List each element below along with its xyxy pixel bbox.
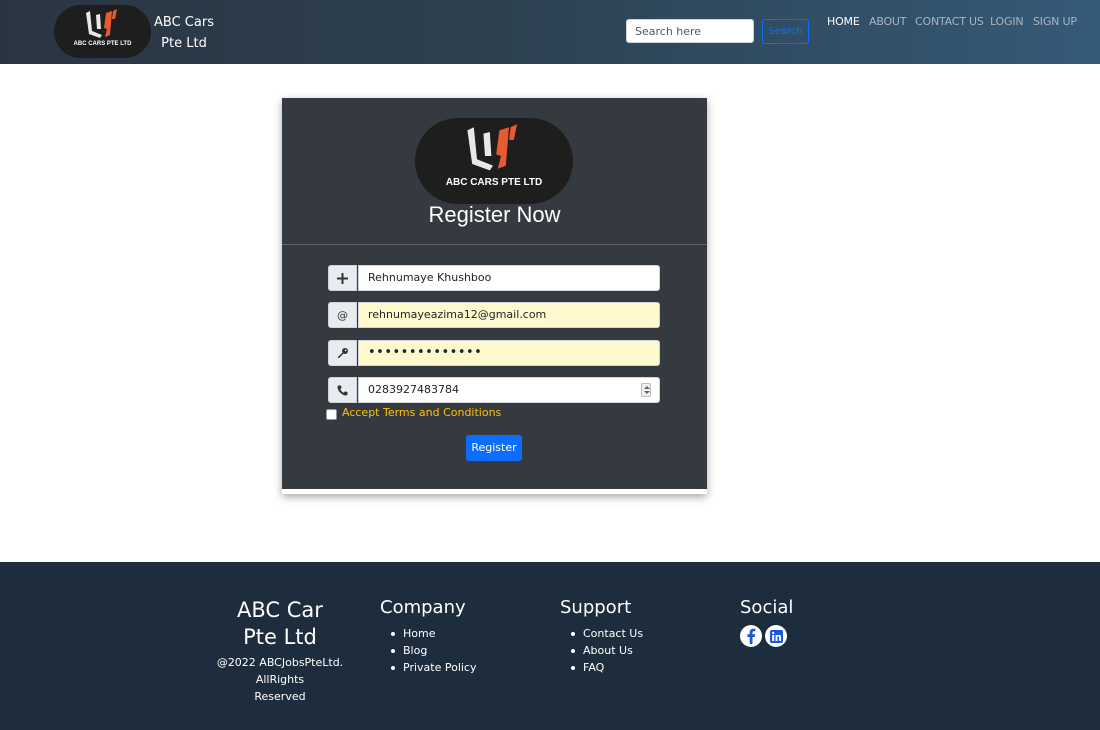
- footer-support-title: Support: [560, 597, 632, 618]
- copyright-line-1: @2022 ABCJobsPteLtd. AllRights: [216, 656, 344, 686]
- register-button[interactable]: Register: [466, 435, 522, 461]
- page-title: Register Now: [428, 202, 561, 227]
- brand-name[interactable]: ABC Cars Pte Ltd: [151, 12, 217, 54]
- footer-brand: ABC Car Pte Ltd: [230, 597, 330, 651]
- phone-icon: [328, 377, 357, 403]
- card-body: Rehnumaye Khushboo @ rehnumayeazima12@gm…: [282, 245, 707, 489]
- brand-line-1: ABC Cars: [154, 15, 214, 30]
- name-field: Rehnumaye Khushboo: [328, 265, 660, 291]
- footer: ABC Car Pte Ltd @2022 ABCJobsPteLtd. All…: [0, 562, 1100, 730]
- search-input[interactable]: [626, 19, 754, 43]
- search-button[interactable]: Search: [762, 19, 809, 44]
- facebook-icon[interactable]: [740, 625, 762, 647]
- password-input[interactable]: ••••••••••••••: [358, 340, 660, 366]
- copyright-line-2: Reserved: [254, 690, 306, 703]
- at-icon: @: [328, 302, 357, 328]
- footer-company-list: Home Blog Private Policy: [391, 625, 477, 676]
- nav-link-login[interactable]: LOGIN: [990, 15, 1024, 28]
- footer-link-faq[interactable]: FAQ: [571, 659, 643, 676]
- footer-link-home[interactable]: Home: [391, 625, 477, 642]
- footer-company-title: Company: [380, 597, 466, 618]
- email-field: @ rehnumayeazima12@gmail.com: [328, 302, 660, 328]
- footer-brand-line-2: Pte Ltd: [243, 625, 317, 649]
- linkedin-icon[interactable]: [765, 625, 787, 647]
- plus-icon: [328, 265, 357, 291]
- phone-value: 0283927483784: [368, 383, 459, 396]
- phone-field: 0283927483784: [328, 377, 660, 403]
- footer-link-private-policy[interactable]: Private Policy: [391, 659, 477, 676]
- brand-line-2: Pte Ltd: [161, 36, 207, 51]
- footer-support-list: Contact Us About Us FAQ: [571, 625, 643, 676]
- nav-link-about[interactable]: ABOUT: [869, 15, 907, 28]
- brand-logo[interactable]: ABC CARS PTE LTD: [54, 5, 151, 58]
- number-spinner[interactable]: [641, 383, 651, 397]
- terms-label[interactable]: Accept Terms and Conditions: [342, 406, 501, 419]
- nav-link-signup[interactable]: SIGN UP: [1033, 15, 1077, 28]
- footer-link-contact-us[interactable]: Contact Us: [571, 625, 643, 642]
- key-icon: [328, 340, 357, 366]
- card-logo-caption: ABC CARS PTE LTD: [445, 177, 543, 188]
- nav-link-home[interactable]: HOME: [827, 15, 860, 28]
- footer-social-title: Social: [740, 597, 794, 618]
- logo-mark-icon: [86, 9, 117, 38]
- nav-link-contact[interactable]: CONTACT US: [915, 15, 984, 28]
- footer-link-about-us[interactable]: About Us: [571, 642, 643, 659]
- logo-caption: ABC CARS PTE LTD: [73, 41, 132, 47]
- navbar: ABC CARS PTE LTD ABC Cars Pte Ltd Search…: [0, 0, 1100, 64]
- register-card: ABC CARS PTE LTD Register Now Rehnumaye …: [282, 98, 707, 494]
- password-field: ••••••••••••••: [328, 340, 660, 366]
- footer-brand-line-1: ABC Car: [237, 598, 323, 622]
- card-logo: ABC CARS PTE LTD: [415, 118, 573, 204]
- email-input[interactable]: rehnumayeazima12@gmail.com: [358, 302, 660, 328]
- phone-input[interactable]: 0283927483784: [358, 377, 660, 403]
- card-header: ABC CARS PTE LTD Register Now: [282, 98, 707, 245]
- footer-link-blog[interactable]: Blog: [391, 642, 477, 659]
- footer-copyright: @2022 ABCJobsPteLtd. AllRights Reserved: [200, 654, 360, 705]
- logo-mark-icon: [467, 124, 517, 171]
- terms-checkbox[interactable]: [326, 409, 337, 420]
- name-input[interactable]: Rehnumaye Khushboo: [358, 265, 660, 291]
